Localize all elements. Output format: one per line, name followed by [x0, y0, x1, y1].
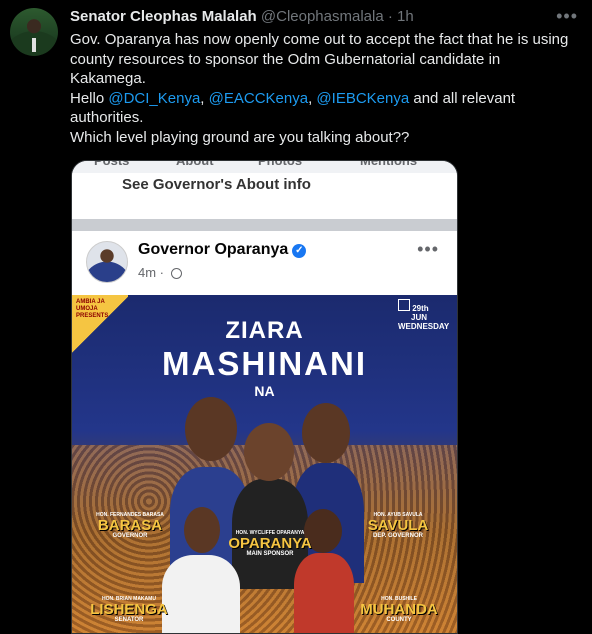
- tweet-line-1: Gov. Oparanya has now openly come out to…: [70, 31, 569, 87]
- person-lishenga-head: [184, 507, 220, 553]
- label-barasa: HON. FERNANDES BARASA BARASA GOVERNOR: [90, 513, 170, 540]
- label-savula: HON. AYUB SAVULA SAVULA DEP. GOVERNOR: [358, 513, 438, 540]
- fb-post-time: 4m: [138, 265, 157, 280]
- comma-1: ,: [200, 89, 209, 107]
- event-poster: AMBIA JA UMOJA PRESENTS 29th JUN WEDNESD…: [72, 295, 457, 633]
- mention-iebc[interactable]: @IEBCKenya: [316, 90, 409, 107]
- tweet-text: Gov. Oparanya has now openly come out to…: [70, 30, 580, 147]
- label-oparanya: HON. WYCLIFFE OPARANYA OPARANYA MAIN SPO…: [220, 531, 320, 558]
- date-day: 29th: [412, 304, 429, 313]
- fb-divider: [72, 219, 457, 231]
- poster-title-2: MASHINANI: [162, 345, 367, 382]
- fb-tab-about: About: [176, 160, 214, 168]
- separator-dot: ·: [387, 8, 393, 25]
- fb-tab-posts: Posts: [94, 160, 130, 168]
- label-lishenga: HON. BRIAN MAKAMU LISHENGA SENATOR: [86, 597, 172, 624]
- fb-post: Governor Oparanya ✓ 4m · ••• AMBIA JA UMO…: [72, 231, 457, 633]
- fb-more-icon: •••: [417, 239, 439, 259]
- fb-tabs: Posts About Photos Mentions: [72, 161, 457, 173]
- globe-icon: [170, 268, 182, 279]
- label-oparanya-name: OPARANYA: [228, 535, 312, 552]
- hello-text: Hello: [70, 89, 109, 107]
- poster-title-1: ZIARA: [225, 317, 304, 344]
- more-options-icon[interactable]: •••: [556, 6, 578, 27]
- fb-about-text: See Governor's About info: [122, 176, 311, 193]
- calendar-icon: [398, 299, 410, 311]
- fb-author-name: Governor Oparanya ✓: [138, 241, 307, 259]
- author-avatar[interactable]: [10, 8, 58, 56]
- tweet[interactable]: Senator Cleophas Malalah @Cleophasmalala…: [0, 0, 592, 634]
- tweet-line-3: Which level playing ground are you talki…: [70, 128, 410, 146]
- tweet-header: Senator Cleophas Malalah @Cleophasmalala…: [70, 8, 414, 26]
- attached-image[interactable]: Posts About Photos Mentions See Governor…: [71, 160, 458, 634]
- label-lishenga-name: LISHENGA: [90, 601, 168, 618]
- fb-tab-mentions: Mentions: [360, 160, 418, 168]
- fb-author-avatar: [86, 241, 128, 283]
- label-barasa-name: BARASA: [97, 517, 163, 534]
- person-barasa-head: [185, 397, 237, 461]
- tweet-line-2: Hello @DCI_Kenya, @EACCKenya, @IEBCKenya…: [70, 89, 580, 128]
- verified-badge-icon: ✓: [292, 244, 307, 258]
- person-lishenga: [162, 555, 240, 633]
- label-savula-name: SAVULA: [367, 517, 429, 534]
- label-muhanda: HON. BUSHILE MUHANDA COUNTY: [356, 597, 442, 624]
- fb-post-meta: 4m ·: [138, 265, 182, 280]
- mention-eacc[interactable]: @EACCKenya: [209, 90, 308, 107]
- person-oparanya-head: [244, 423, 294, 481]
- person-muhanda: [294, 553, 354, 633]
- person-savula-head: [302, 403, 350, 463]
- fb-author-name-text: Governor Oparanya: [138, 241, 289, 258]
- author-handle[interactable]: @Cleophasmalala: [261, 8, 384, 25]
- fb-tab-photos: Photos: [258, 160, 303, 168]
- fb-about-link: See Governor's About info: [72, 173, 457, 220]
- tweet-time[interactable]: 1h: [397, 8, 414, 25]
- mention-dci[interactable]: @DCI_Kenya: [108, 90, 200, 107]
- label-muhanda-name: MUHANDA: [360, 601, 438, 618]
- poster-title-3: NA: [254, 383, 275, 399]
- author-name[interactable]: Senator Cleophas Malalah: [70, 8, 257, 25]
